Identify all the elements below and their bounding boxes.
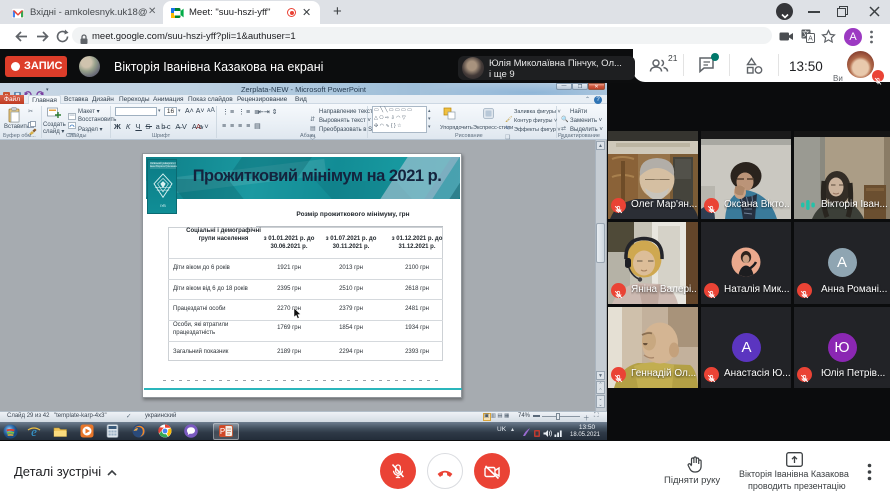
svg-text:A: A: [808, 36, 813, 43]
svg-text:P: P: [220, 427, 225, 436]
svg-text:e: e: [31, 424, 37, 438]
